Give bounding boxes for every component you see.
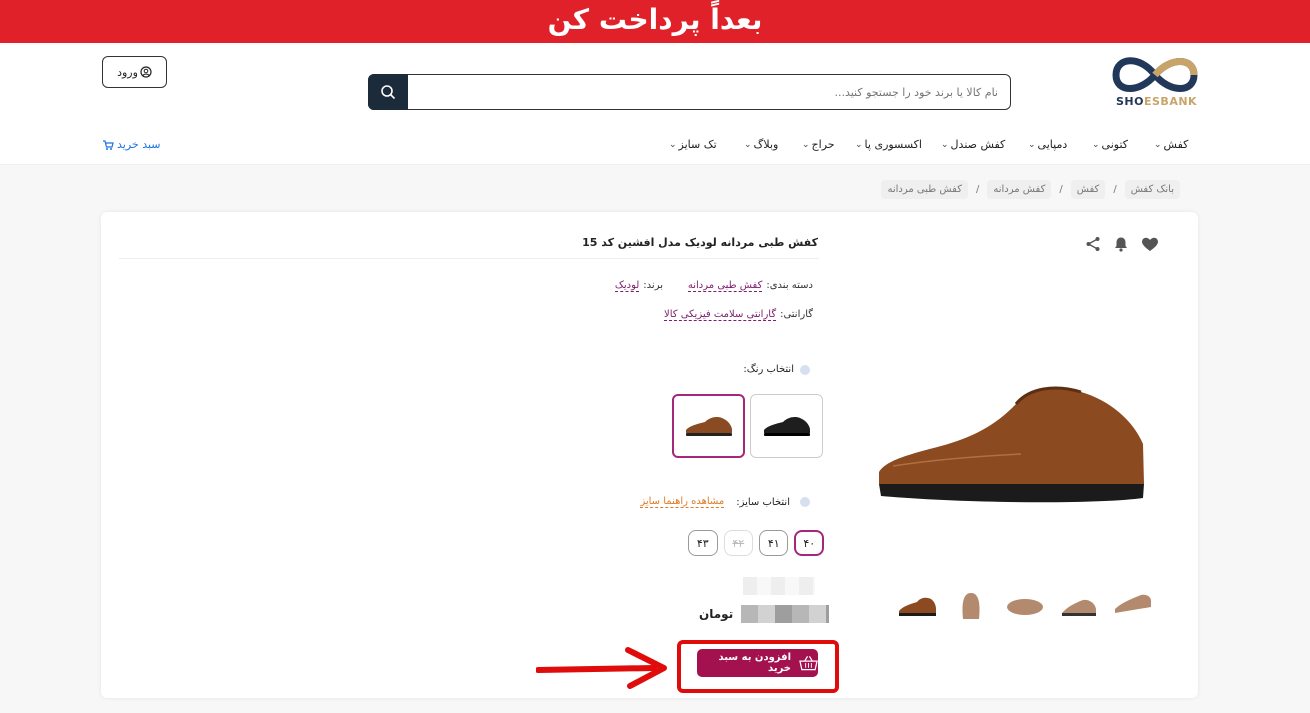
search-input[interactable]: [409, 75, 1004, 109]
highlight-box: [677, 640, 839, 693]
color-swatch-brown[interactable]: [672, 394, 745, 458]
breadcrumb-home[interactable]: بانک کفش: [1124, 179, 1180, 199]
user-circle-icon: [140, 66, 152, 78]
main-nav: کفش ⌄ کتونی ⌄ دمپایی ⌄ کفش صندل ⌄ اکسسوری پا…: [0, 134, 1310, 158]
product-card: کفش طبی مردانه لودیک مدل افشین کد 15 دست…: [101, 212, 1198, 698]
site-header: SHOESBANK ورود کفش⌄ کتونی⌄ دمپایی⌄ کفش ص…: [0, 43, 1310, 165]
price: تومان: [699, 605, 830, 623]
breadcrumb-shoes[interactable]: کفش: [1070, 179, 1106, 199]
size-option-43[interactable]: ۴۳: [688, 530, 718, 556]
search-bar: [368, 74, 1011, 110]
brown-shoe-icon: [685, 417, 732, 436]
size-options: ۴۰ ۴۱ ۴۲ ۴۳: [688, 530, 824, 558]
thumbnail-1[interactable]: [1113, 586, 1153, 626]
color-swatch-black[interactable]: [750, 394, 823, 458]
search-icon: [381, 85, 396, 100]
size-option-41[interactable]: ۴۱: [758, 530, 789, 556]
nav-item-blog[interactable]: وبلاگ ⌄: [744, 138, 778, 151]
share-icon[interactable]: [1085, 236, 1101, 252]
nav-item-sneakers[interactable]: کتونی ⌄: [1092, 138, 1128, 151]
product-main-image[interactable]: [871, 380, 1151, 520]
thumbnail-3[interactable]: [1005, 586, 1045, 626]
product-actions: [1085, 234, 1175, 254]
bell-icon[interactable]: [1113, 236, 1129, 252]
arrow-annotation: [536, 647, 667, 689]
breadcrumb-men-shoes[interactable]: کفش مردانه: [987, 179, 1052, 199]
search-button[interactable]: [368, 74, 408, 110]
color-swatches: [672, 394, 824, 458]
thumbnail-5[interactable]: [897, 586, 937, 626]
radio-dot: [800, 364, 810, 375]
thumbnail-gallery: [899, 586, 1153, 632]
chevron-down-icon: ⌄: [802, 139, 810, 150]
radio-dot: [800, 497, 810, 507]
login-button[interactable]: ورود: [102, 56, 167, 88]
nav-item-accessories[interactable]: اکسسوری پا ⌄: [855, 138, 922, 151]
chevron-down-icon: ⌄: [1154, 139, 1162, 150]
banner-text: بعداً پرداخت کن: [547, 3, 763, 36]
nav-item-sale[interactable]: حراج ⌄: [802, 138, 835, 151]
login-label: ورود: [117, 65, 138, 79]
chevron-down-icon: ⌄: [941, 139, 949, 150]
old-price-blurred: [743, 577, 815, 595]
breadcrumb-current: کفش طبی مردانه: [881, 179, 968, 199]
cart-icon: [103, 139, 114, 150]
category-link[interactable]: کفش طبی مردانه: [687, 280, 763, 292]
thumbnail-4[interactable]: [951, 586, 991, 626]
price-value-blurred: [741, 605, 830, 623]
divider: [119, 258, 819, 259]
warranty-row: گارانتی:گارانتی سلامت فیزیکی کالا: [664, 309, 813, 321]
category-row: دسته بندی:کفش طبی مردانه: [687, 280, 813, 292]
thumbnail-2[interactable]: [1059, 586, 1099, 626]
product-title: کفش طبی مردانه لودیک مدل افشین کد 15: [582, 236, 818, 249]
breadcrumb: بانک کفش / کفش / کفش مردانه / کفش طبی مر…: [880, 178, 1180, 200]
warranty-link[interactable]: گارانتی سلامت فیزیکی کالا: [664, 309, 777, 321]
chevron-down-icon: ⌄: [669, 139, 677, 150]
pay-later-banner[interactable]: بعداً پرداخت کن: [0, 0, 1310, 43]
chevron-down-icon: ⌄: [1028, 139, 1036, 150]
chevron-down-icon: ⌄: [744, 139, 752, 150]
logo-text: SHOESBANK: [1116, 95, 1198, 108]
black-shoe-icon: [763, 417, 810, 436]
size-option-40[interactable]: ۴۰: [794, 530, 824, 556]
color-label: انتخاب رنگ:: [743, 364, 810, 375]
brand-link[interactable]: لودیک: [614, 280, 640, 292]
nav-item-sandals[interactable]: کفش صندل ⌄: [941, 138, 1005, 151]
currency-label: تومان: [699, 607, 734, 621]
size-label: انتخاب سایز: مشاهده راهنما سایز: [640, 496, 810, 508]
cart-label: سبد خرید: [117, 138, 161, 151]
nav-item-single-size[interactable]: تک سایز ⌄: [669, 138, 717, 151]
cart-link[interactable]: سبد خرید: [102, 138, 161, 151]
brand-row: برند:لودیک: [614, 280, 663, 292]
chevron-down-icon: ⌄: [855, 139, 863, 150]
nav-item-shoes[interactable]: کفش ⌄: [1154, 138, 1188, 151]
heart-icon[interactable]: [1141, 236, 1159, 252]
size-option-42: ۴۲: [723, 530, 753, 556]
size-guide-link[interactable]: مشاهده راهنما سایز: [640, 496, 725, 508]
nav-item-slippers[interactable]: دمپایی ⌄: [1028, 138, 1067, 151]
chevron-down-icon: ⌄: [1092, 139, 1100, 150]
